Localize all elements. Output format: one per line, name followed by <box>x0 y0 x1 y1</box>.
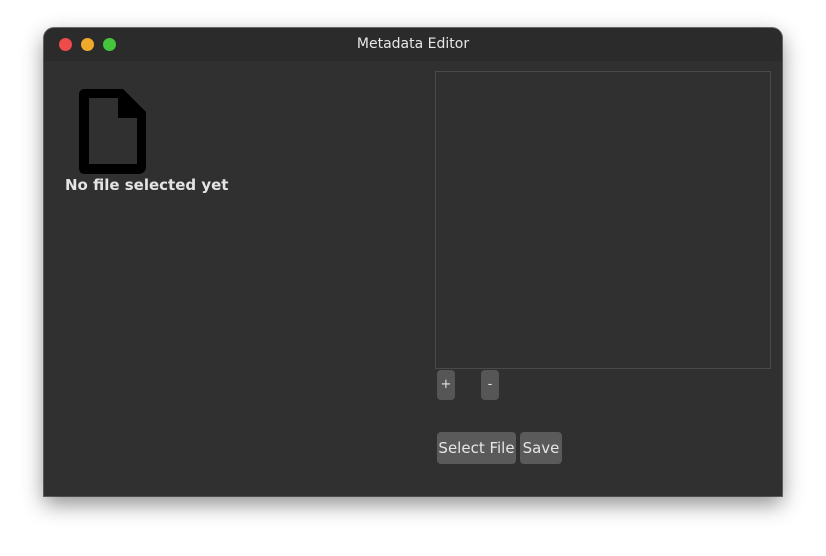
remove-entry-button[interactable]: - <box>481 370 499 400</box>
add-entry-button[interactable]: + <box>437 370 455 400</box>
title-bar[interactable]: Metadata Editor <box>44 28 782 61</box>
select-file-button[interactable]: Select File <box>437 432 516 464</box>
app-window: Metadata Editor No file selected yet + -… <box>44 28 782 496</box>
file-status-label: No file selected yet <box>65 176 229 194</box>
window-title: Metadata Editor <box>356 36 470 52</box>
save-button[interactable]: Save <box>520 432 562 464</box>
document-icon <box>79 89 146 174</box>
metadata-list[interactable] <box>435 71 771 369</box>
